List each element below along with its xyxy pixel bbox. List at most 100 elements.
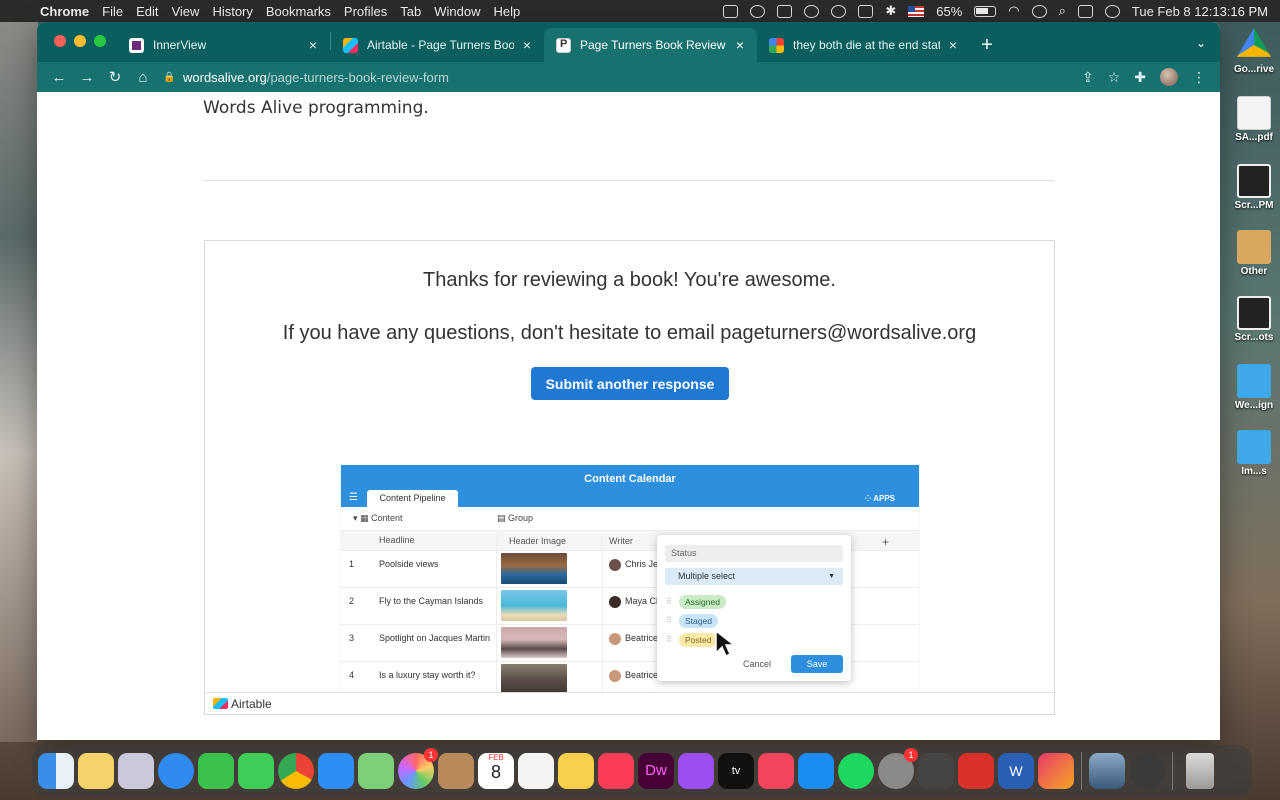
dreamweaver-icon[interactable]: Dw (638, 753, 674, 789)
trash-icon[interactable] (1186, 753, 1214, 789)
mouse-pointer-icon (715, 629, 736, 658)
us-flag-icon[interactable] (908, 5, 925, 17)
music-icon[interactable] (598, 753, 634, 789)
news-icon[interactable] (758, 753, 794, 789)
tab-strip: InnerView × Airtable - Page Turners Book… (37, 22, 1220, 62)
menu-help[interactable]: Help (494, 4, 532, 19)
photos-icon[interactable]: 1 (398, 748, 438, 789)
field-config-popup: Status Multiple select ▼ ⠿ ⠿ ⠿ Assigned … (657, 535, 851, 681)
menu-tab[interactable]: Tab (400, 4, 432, 19)
podcasts-icon[interactable] (678, 753, 714, 789)
tab-airtable[interactable]: Airtable - Page Turners Books × (331, 28, 544, 62)
word-icon[interactable]: W (998, 753, 1034, 789)
tab-page-turners-form[interactable]: Page Turners Book Review Form × (544, 28, 757, 62)
s-app-icon[interactable] (777, 4, 793, 18)
maps-icon[interactable] (358, 753, 394, 789)
creative-cloud-icon[interactable] (750, 4, 766, 18)
extensions-puzzle-icon[interactable]: ✚ (1134, 69, 1146, 86)
quicktime-icon[interactable] (1129, 753, 1165, 789)
address-bar[interactable]: 🔒 wordsalive.org/page-turners-book-revie… (163, 64, 1072, 90)
field-type-select: Multiple select ▼ (665, 568, 843, 585)
submit-another-response-button[interactable]: Submit another response (531, 367, 729, 400)
airdrop-icon[interactable] (831, 4, 847, 18)
airtable-brand-footer[interactable]: Airtable (205, 692, 1054, 714)
battery-icon[interactable] (974, 5, 997, 17)
profile-avatar[interactable] (1160, 68, 1178, 86)
preview-subheader: ▾ ▦ Content ▤ Group (341, 507, 919, 531)
safari-icon[interactable] (158, 753, 194, 789)
launchpad-icon[interactable] (118, 753, 154, 789)
menu-file[interactable]: File (102, 4, 134, 19)
spotify-icon[interactable] (838, 753, 874, 789)
menu-profiles[interactable]: Profiles (344, 4, 398, 19)
recent-screenshot-icon[interactable] (1089, 753, 1125, 789)
lock-icon[interactable]: 🔒 (163, 72, 177, 83)
close-window-button[interactable] (54, 35, 66, 47)
desktop-icon-web-design[interactable]: We...ign (1230, 364, 1278, 411)
minimize-window-button[interactable] (74, 35, 86, 47)
chrome-icon[interactable] (278, 753, 314, 789)
mail-icon[interactable] (318, 753, 354, 789)
desktop-icon-pdf[interactable]: SA...pdf (1230, 96, 1278, 143)
stickies-icon[interactable] (78, 753, 114, 789)
wifi-icon[interactable]: ◠ (1008, 3, 1019, 19)
new-tab-plus-icon[interactable]: + (970, 34, 1004, 57)
close-tab-icon[interactable]: × (946, 37, 960, 53)
info-icon[interactable] (804, 4, 820, 18)
facetime-icon[interactable] (198, 753, 234, 789)
apple-tv-icon[interactable]: tv (718, 753, 754, 789)
headline-cell: Spotlight on Jacques Martin (369, 625, 497, 661)
contacts-icon[interactable] (438, 753, 474, 789)
close-tab-icon[interactable]: × (733, 37, 747, 53)
creative-cloud-dock-icon[interactable] (1038, 753, 1074, 789)
close-tab-icon[interactable]: × (306, 37, 320, 53)
system-preferences-icon[interactable]: 1 (878, 748, 918, 789)
reminders-icon[interactable] (518, 753, 554, 789)
finder-icon[interactable] (38, 753, 74, 789)
acrobat-icon[interactable] (958, 753, 994, 789)
desktop-icon-label: Other (1240, 266, 1268, 277)
menu-clock[interactable]: Tue Feb 8 12:13:16 PM (1132, 4, 1268, 19)
calendar-icon[interactable]: FEB 8 (478, 753, 514, 789)
menu-bookmarks[interactable]: Bookmarks (266, 4, 342, 19)
calculator-icon[interactable] (918, 753, 954, 789)
tab-search-chevron-icon[interactable]: ⌄ (1196, 36, 1206, 50)
web-page: Words Alive programming. Thanks for revi… (37, 92, 1220, 740)
desktop-icon-screenshots[interactable]: Scr...ots (1230, 296, 1278, 343)
extension-status-icon[interactable] (723, 4, 739, 18)
notes-icon[interactable] (558, 753, 594, 789)
desktop-icon-label: Scr...PM (1234, 200, 1274, 211)
desktop-icon-drive[interactable]: Go...rive (1230, 28, 1278, 75)
share-icon[interactable]: ⇪ (1082, 69, 1094, 86)
home-icon[interactable]: ⌂ (129, 69, 157, 86)
bluetooth-icon[interactable]: ✱ (885, 3, 896, 19)
messages-icon[interactable] (238, 753, 274, 789)
back-arrow-icon[interactable]: ← (45, 69, 73, 86)
menu-window[interactable]: Window (434, 4, 491, 19)
mute-icon[interactable] (858, 4, 874, 18)
menu-app-name[interactable]: Chrome (40, 4, 100, 19)
app-store-icon[interactable] (798, 753, 834, 789)
tab-google-search[interactable]: they both die at the end stats - × (757, 28, 970, 62)
bookmark-star-icon[interactable]: ☆ (1108, 69, 1121, 86)
menu-view[interactable]: View (171, 4, 210, 19)
siri-icon[interactable] (1104, 4, 1120, 18)
menu-history[interactable]: History (212, 4, 263, 19)
control-center-icon[interactable] (1077, 4, 1093, 18)
close-tab-icon[interactable]: × (520, 37, 534, 53)
menu-edit[interactable]: Edit (136, 4, 169, 19)
google-favicon-icon (769, 37, 784, 53)
more-menu-icon[interactable]: ⋮ (1192, 69, 1206, 86)
caret-down-icon: ▼ (828, 573, 835, 580)
desktop-icon-screenshot[interactable]: Scr...PM (1230, 164, 1278, 211)
desktop-icon-other[interactable]: Other (1230, 230, 1278, 277)
tab-innerview[interactable]: InnerView × (117, 28, 330, 62)
reload-icon[interactable]: ↻ (101, 68, 129, 86)
spotlight-search-icon[interactable]: ⌕ (1059, 3, 1066, 19)
forward-arrow-icon[interactable]: → (73, 69, 101, 86)
time-machine-icon[interactable] (1031, 4, 1047, 18)
writer-avatar (609, 670, 621, 682)
fullscreen-window-button[interactable] (94, 35, 106, 47)
intro-paragraph: Words Alive programming. (203, 98, 429, 118)
desktop-icon-images[interactable]: Im...s (1230, 430, 1278, 477)
